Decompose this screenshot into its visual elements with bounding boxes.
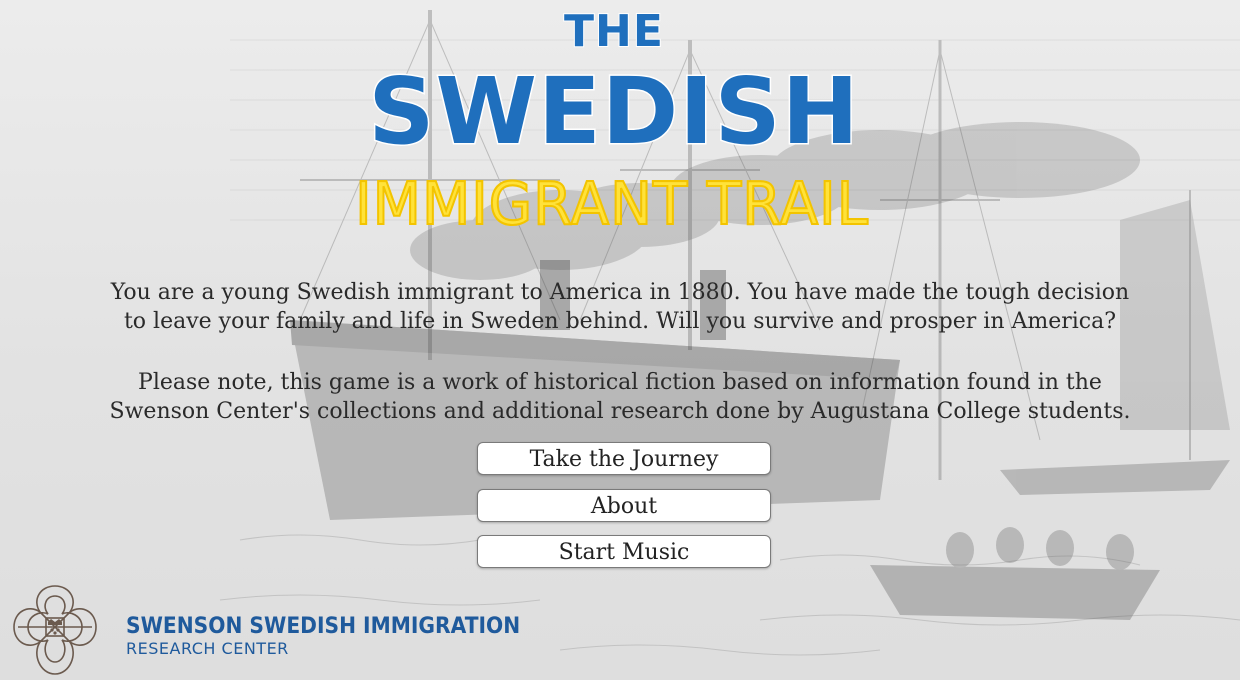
swenson-center-crest-icon <box>13 585 97 675</box>
disclaimer-line-1: Please note, this game is a work of hist… <box>138 370 1102 395</box>
title-swedish: SWEDISH <box>367 58 860 165</box>
take-the-journey-button[interactable]: Take the Journey <box>477 442 771 475</box>
title-immigrant-trail: IMMIGRANT TRAIL <box>354 169 869 239</box>
disclaimer-line-2: Swenson Center's collections and additio… <box>109 399 1131 424</box>
disclaimer-text: Please note, this game is a work of hist… <box>100 368 1140 426</box>
intro-line-2: to leave your family and life in Sweden … <box>123 309 1117 334</box>
title-the: THE <box>563 5 664 58</box>
intro-line-1: You are a young Swedish immigrant to Ame… <box>110 280 1130 305</box>
about-button[interactable]: About <box>477 489 771 522</box>
intro-text: You are a young Swedish immigrant to Ame… <box>100 278 1140 336</box>
logo-title: SWENSON SWEDISH IMMIGRATION <box>126 614 521 639</box>
start-music-button[interactable]: Start Music <box>477 535 771 568</box>
logo-subtitle: RESEARCH CENTER <box>126 639 289 658</box>
title-screen: THE SWEDISH IMMIGRANT TRAIL You are a yo… <box>0 0 1240 680</box>
